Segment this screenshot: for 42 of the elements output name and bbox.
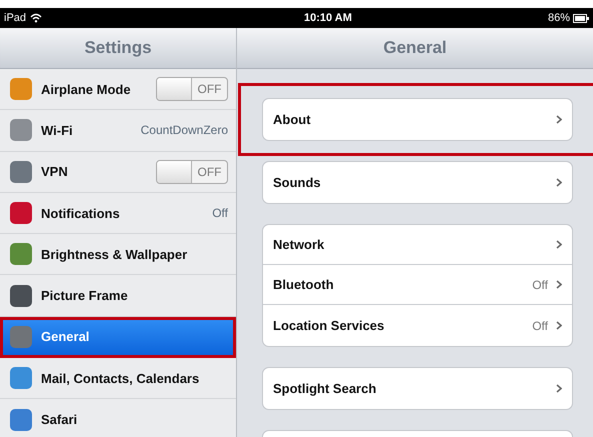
settings-item[interactable]: Mail, Contacts, Calendars bbox=[0, 358, 236, 400]
chevron-icon bbox=[556, 280, 562, 289]
chevron-icon bbox=[556, 178, 562, 187]
device-name: iPad bbox=[4, 12, 26, 24]
settings-icon bbox=[10, 284, 32, 307]
chevron-icon bbox=[556, 115, 562, 124]
battery-percent: 86% bbox=[548, 12, 570, 24]
settings-icon bbox=[10, 202, 32, 224]
settings-item[interactable]: Airplane Mode OFF bbox=[0, 69, 236, 110]
settings-row[interactable]: Bluetooth Off bbox=[263, 265, 572, 305]
chevron-icon bbox=[556, 321, 562, 330]
settings-icon bbox=[10, 408, 32, 431]
row-value: Off bbox=[532, 318, 548, 332]
settings-item[interactable]: General bbox=[0, 316, 236, 358]
settings-item[interactable]: Wi-Fi CountDownZero bbox=[0, 110, 236, 152]
settings-item[interactable]: VPN OFF bbox=[0, 152, 236, 193]
settings-icon bbox=[10, 78, 32, 100]
settings-item[interactable]: Safari bbox=[0, 399, 236, 437]
settings-icon bbox=[10, 367, 32, 390]
settings-row[interactable]: Network bbox=[263, 225, 572, 265]
settings-icon bbox=[10, 326, 32, 348]
settings-row[interactable]: Location Services Off bbox=[263, 305, 572, 346]
setting-value: Off bbox=[212, 206, 228, 220]
settings-item[interactable]: Brightness & Wallpaper bbox=[0, 234, 236, 276]
row-value: Off bbox=[532, 278, 548, 292]
status-time: 10:10 AM bbox=[304, 12, 353, 24]
battery-icon bbox=[573, 14, 589, 22]
settings-icon bbox=[10, 243, 32, 266]
wifi-icon bbox=[30, 13, 42, 23]
toggle-switch[interactable]: OFF bbox=[156, 160, 228, 184]
settings-icon bbox=[10, 160, 32, 183]
settings-row[interactable]: About bbox=[263, 99, 572, 140]
chevron-icon bbox=[556, 384, 562, 393]
settings-row[interactable]: Spotlight Search bbox=[263, 368, 572, 409]
chevron-icon bbox=[556, 240, 562, 249]
settings-item[interactable]: Notifications Off bbox=[0, 192, 236, 234]
sidebar-title: Settings bbox=[84, 38, 152, 58]
toggle-switch[interactable]: OFF bbox=[156, 77, 228, 102]
detail-title: General bbox=[383, 38, 447, 58]
settings-icon bbox=[10, 119, 32, 142]
setting-value: CountDownZero bbox=[140, 123, 228, 138]
settings-row[interactable]: Sounds bbox=[263, 162, 572, 203]
